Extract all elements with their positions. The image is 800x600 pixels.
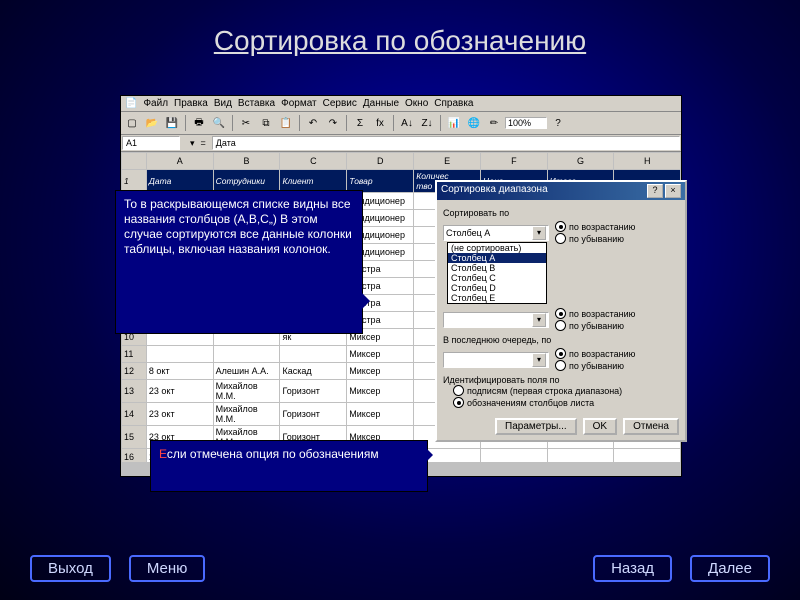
sort-dialog: Сортировка диапазона ? × Сортировать по … <box>435 180 687 442</box>
close-button[interactable]: × <box>665 184 681 198</box>
col-header[interactable]: B <box>213 153 280 170</box>
menu-view[interactable]: Вид <box>214 98 232 109</box>
col-header[interactable]: C <box>280 153 347 170</box>
radio-asc-3[interactable] <box>555 348 566 359</box>
col-header[interactable]: A <box>146 153 213 170</box>
col-header[interactable]: G <box>547 153 614 170</box>
sum-icon[interactable]: Σ <box>351 114 369 132</box>
preview-icon[interactable]: 🔍 <box>210 114 228 132</box>
then-by-combo[interactable]: ▾ <box>443 312 549 328</box>
menu-help[interactable]: Справка <box>434 98 473 109</box>
menu-tools[interactable]: Сервис <box>323 98 357 109</box>
sort-by-combo[interactable]: Столбец A▾ <box>443 225 549 241</box>
dropdown-option[interactable]: Столбец D <box>448 283 546 293</box>
dropdown-option[interactable]: (не сортировать) <box>448 243 546 253</box>
redo-icon[interactable]: ↷ <box>324 114 342 132</box>
paste-icon[interactable]: 📋 <box>277 114 295 132</box>
dialog-title: Сортировка диапазона <box>441 184 548 198</box>
chart-icon[interactable]: 📊 <box>445 114 463 132</box>
zoom-box[interactable]: 100% <box>505 117 547 129</box>
dropdown-option[interactable]: Столбец E <box>448 293 546 303</box>
sort-dropdown-list[interactable]: (не сортировать)Столбец AСтолбец BСтолбе… <box>447 242 547 304</box>
dropdown-option[interactable]: Столбец B <box>448 263 546 273</box>
menu-button[interactable]: Меню <box>129 555 206 582</box>
toolbar: ▢ 📂 💾 🖶 🔍 ✂ ⧉ 📋 ↶ ↷ Σ fx A↓ Z↓ 📊 🌐 ✏ 100… <box>121 112 681 135</box>
nav-buttons: Выход Меню Назад Далее <box>0 555 800 582</box>
menu-file[interactable]: Файл <box>143 98 168 109</box>
radio-asc-2[interactable] <box>555 308 566 319</box>
formula-bar: A1 ▾ = Дата <box>121 135 681 152</box>
radio-desc-2[interactable] <box>555 320 566 331</box>
chevron-down-icon[interactable]: ▾ <box>532 226 546 240</box>
then-by2-combo[interactable]: ▾ <box>443 352 549 368</box>
menu-insert[interactable]: Вставка <box>238 98 275 109</box>
col-header[interactable]: D <box>347 153 414 170</box>
callout-columns: То в раскрывающемся списке видны все наз… <box>115 190 363 334</box>
menu-edit[interactable]: Правка <box>174 98 208 109</box>
callout-option: Если отмечена опция по обозначениям <box>150 440 428 492</box>
identify-label: Идентифицировать поля по <box>443 375 679 385</box>
open-icon[interactable]: 📂 <box>143 114 161 132</box>
cancel-button[interactable]: Отмена <box>623 418 679 435</box>
menu-window[interactable]: Окно <box>405 98 428 109</box>
cut-icon[interactable]: ✂ <box>237 114 255 132</box>
print-icon[interactable]: 🖶 <box>190 114 208 132</box>
sort-desc-icon[interactable]: Z↓ <box>418 114 436 132</box>
save-icon[interactable]: 💾 <box>163 114 181 132</box>
menubar[interactable]: 📄 Файл Правка Вид Вставка Формат Сервис … <box>121 96 681 112</box>
fx-icon[interactable]: fx <box>371 114 389 132</box>
help-icon[interactable]: ? <box>549 114 567 132</box>
dropdown-option[interactable]: Столбец C <box>448 273 546 283</box>
undo-icon[interactable]: ↶ <box>304 114 322 132</box>
radio-desc-1[interactable] <box>555 233 566 244</box>
chevron-down-icon[interactable]: ▾ <box>532 353 546 367</box>
col-header[interactable]: E <box>414 153 481 170</box>
radio-labels[interactable] <box>453 385 464 396</box>
back-button[interactable]: Назад <box>593 555 672 582</box>
then-by2-label: В последнюю очередь, по <box>443 335 679 345</box>
menu-data[interactable]: Данные <box>363 98 399 109</box>
radio-asc-1[interactable] <box>555 221 566 232</box>
formula-input[interactable]: Дата <box>212 136 680 150</box>
params-button[interactable]: Параметры... <box>495 418 577 435</box>
sort-asc-icon[interactable]: A↓ <box>398 114 416 132</box>
new-icon[interactable]: ▢ <box>123 114 141 132</box>
radio-desc-3[interactable] <box>555 360 566 371</box>
drawing-icon[interactable]: ✏ <box>485 114 503 132</box>
col-header[interactable]: F <box>480 153 547 170</box>
col-header[interactable]: H <box>614 153 681 170</box>
exit-button[interactable]: Выход <box>30 555 111 582</box>
help-button[interactable]: ? <box>647 184 663 198</box>
chevron-down-icon[interactable]: ▾ <box>532 313 546 327</box>
next-button[interactable]: Далее <box>690 555 770 582</box>
menu-format[interactable]: Формат <box>281 98 317 109</box>
radio-designations[interactable] <box>453 397 464 408</box>
equals-label: = <box>195 138 212 148</box>
map-icon[interactable]: 🌐 <box>465 114 483 132</box>
copy-icon[interactable]: ⧉ <box>257 114 275 132</box>
dropdown-option[interactable]: Столбец A <box>448 253 546 263</box>
sort-by-label: Сортировать по <box>443 208 679 218</box>
name-box[interactable]: A1 <box>122 136 180 150</box>
slide-title: Сортировка по обозначению <box>0 0 800 57</box>
ok-button[interactable]: OK <box>583 418 617 435</box>
